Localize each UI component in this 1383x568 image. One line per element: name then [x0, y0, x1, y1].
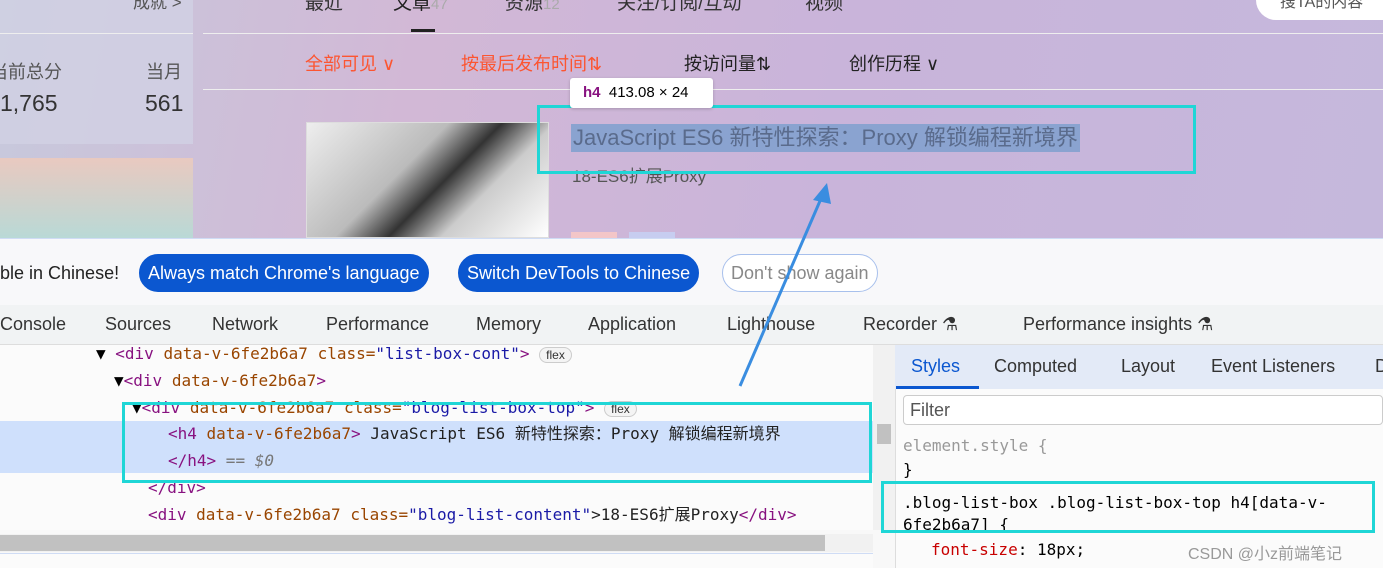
tab-video[interactable]: 视频: [805, 0, 843, 15]
tab-performance-insights[interactable]: Performance insights ⚗: [1023, 314, 1213, 335]
dom-breadcrumb: [0, 553, 873, 568]
tab-resources[interactable]: 资源12: [505, 0, 560, 15]
sort-by-views[interactable]: 按访问量⇅: [684, 50, 771, 76]
tab-network[interactable]: Network: [212, 314, 278, 335]
tree-node-blog-list-content[interactable]: <div data-v-6fe2b6a7 class="blog-list-co…: [148, 501, 797, 528]
tab-console[interactable]: Console: [0, 314, 66, 335]
profile-card: 成就 > 当前总分 1,765 当月 561: [0, 0, 193, 144]
tab-layout[interactable]: Layout: [1121, 356, 1175, 377]
styles-filter-input[interactable]: Filter: [903, 395, 1383, 425]
inspect-highlight: [537, 105, 1196, 174]
annotation-box: [122, 402, 872, 483]
web-page: 成就 > 当前总分 1,765 当月 561 最近 文章47 资源12 关注/订…: [0, 0, 1383, 238]
tab-event-listeners[interactable]: Event Listeners: [1211, 356, 1335, 377]
inspect-tooltip: h4 413.08 × 24: [570, 78, 713, 108]
switch-to-chinese-button[interactable]: Switch DevTools to Chinese: [458, 254, 700, 292]
close-brace: }: [903, 460, 913, 479]
tab-application[interactable]: Application: [588, 314, 676, 335]
tab-styles[interactable]: Styles: [911, 356, 960, 377]
scrollbar-thumb[interactable]: [0, 535, 825, 551]
tab-more[interactable]: D: [1375, 356, 1383, 377]
month-label: 当月: [146, 62, 182, 82]
tab-performance[interactable]: Performance: [326, 314, 429, 335]
creation-history[interactable]: 创作历程 ∨: [849, 50, 939, 76]
total-score-label: 当前总分: [0, 62, 62, 82]
infobar-message: ble in Chinese!: [0, 263, 120, 283]
tree-node-list-box-cont[interactable]: ▼ <div data-v-6fe2b6a7 class="list-box-c…: [96, 340, 572, 367]
tab-memory[interactable]: Memory: [476, 314, 541, 335]
tab-recent[interactable]: 最近: [305, 0, 343, 15]
tab-follow[interactable]: 关注/订阅/互动: [617, 0, 742, 15]
tab-sources[interactable]: Sources: [105, 314, 171, 335]
total-score-value: 1,765: [0, 90, 58, 116]
article-thumbnail[interactable]: [306, 122, 549, 238]
tree-node-div[interactable]: ▼<div data-v-6fe2b6a7>: [114, 367, 326, 394]
background-art: [0, 158, 193, 238]
search-input[interactable]: 搜TA的内容: [1256, 0, 1383, 20]
tab-articles[interactable]: 文章47: [393, 0, 448, 15]
css-property[interactable]: font-size: 18px;: [931, 540, 1085, 559]
sort-by-publish-time[interactable]: 按最后发布时间⇅: [461, 50, 602, 76]
flex-badge[interactable]: flex: [539, 347, 572, 363]
tab-computed[interactable]: Computed: [994, 356, 1077, 377]
achievement-link[interactable]: 成就 >: [133, 0, 182, 13]
element-style-selector: element.style {: [903, 436, 1048, 455]
active-tab-indicator: [896, 386, 979, 389]
month-value: 561: [145, 90, 184, 116]
annotation-box: [881, 481, 1375, 533]
filter-visibility[interactable]: 全部可见 ∨: [305, 50, 395, 76]
active-tab-indicator: [411, 29, 435, 32]
annotation-arrow: [738, 183, 831, 387]
tab-recorder[interactable]: Recorder ⚗: [863, 314, 958, 335]
watermark: CSDN @小z前端笔记: [1188, 546, 1343, 563]
match-chrome-language-button[interactable]: Always match Chrome's language: [139, 254, 429, 292]
